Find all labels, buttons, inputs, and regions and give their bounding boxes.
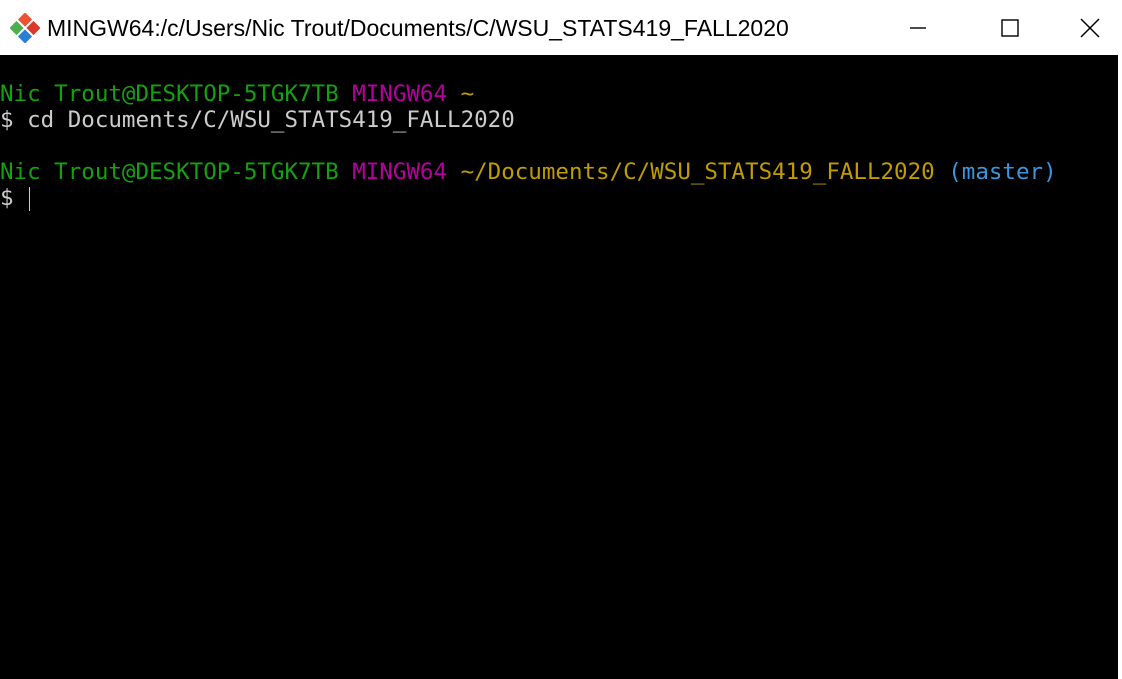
close-button[interactable]: [1058, 0, 1122, 55]
prompt-line-1: Nic Trout@DESKTOP-5TGK7TB MINGW64 ~: [0, 81, 474, 107]
title-bar[interactable]: MINGW64:/c/Users/Nic Trout/Documents/C/W…: [0, 0, 1122, 55]
prompt-user-host: Nic Trout@DESKTOP-5TGK7TB: [0, 159, 339, 185]
command-text: cd Documents/C/WSU_STATS419_FALL2020: [27, 107, 515, 133]
command-line-2[interactable]: $: [0, 185, 31, 211]
git-bash-icon: [10, 13, 40, 43]
prompt-symbol: $: [0, 107, 14, 133]
prompt-shell: MINGW64: [352, 81, 448, 107]
maximize-button[interactable]: [964, 0, 1056, 55]
git-bash-window: MINGW64:/c/Users/Nic Trout/Documents/C/W…: [0, 0, 1122, 679]
maximize-icon: [1001, 18, 1019, 37]
prompt-user-host: Nic Trout@DESKTOP-5TGK7TB: [0, 81, 339, 107]
close-icon: [1080, 17, 1100, 38]
minimize-button[interactable]: [872, 0, 964, 55]
prompt-path: ~: [460, 81, 475, 107]
terminal-area[interactable]: Nic Trout@DESKTOP-5TGK7TB MINGW64 ~ $ cd…: [0, 55, 1118, 679]
prompt-path: ~/Documents/C/WSU_STATS419_FALL2020: [460, 159, 935, 185]
command-line-1: $ cd Documents/C/WSU_STATS419_FALL2020: [0, 107, 515, 133]
text-cursor: [29, 186, 31, 211]
minimize-icon: [910, 26, 926, 29]
window-title: MINGW64:/c/Users/Nic Trout/Documents/C/W…: [47, 15, 789, 41]
window-border: [1118, 55, 1122, 679]
git-branch: (master): [948, 159, 1057, 185]
prompt-line-2: Nic Trout@DESKTOP-5TGK7TB MINGW64 ~/Docu…: [0, 159, 1057, 185]
prompt-shell: MINGW64: [352, 159, 448, 185]
prompt-symbol: $: [0, 185, 14, 211]
